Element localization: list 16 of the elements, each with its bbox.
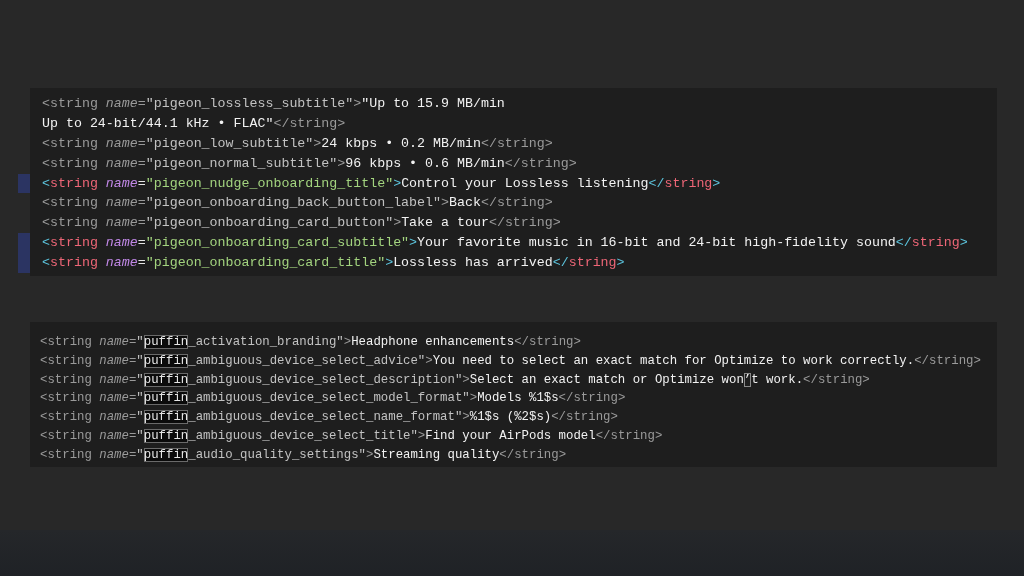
code-line: <string name="puffin_ambiguous_device_select_name_format">%1$s (%2$s)</string> — [40, 409, 618, 427]
code-line: <string name="pigeon_onboarding_card_button">Take a tour</string> — [42, 214, 561, 233]
code-line: <string name="pigeon_lossless_subtitle">"Up to 15.9 MB/min — [42, 95, 505, 113]
code-line: <string name="pigeon_onboarding_back_button_label">Back</string> — [42, 194, 553, 213]
code-line: <string name="puffin_audio_quality_settings">Streaming quality</string> — [40, 446, 567, 464]
code-line: <string name="puffin_activation_branding">Headphone enhancements</string> — [40, 334, 581, 352]
code-line: <string name="pigeon_low_subtitle">24 kbps • 0.2 MB/min</string> — [42, 134, 553, 153]
code-line: <string name="pigeon_nudge_onboarding_title">Control your Lossless listening</string> — [42, 174, 721, 193]
code-line: Up to 24-bit/44.1 kHz • FLAC"</string> — [42, 114, 346, 133]
code-line: <string name="puffin_ambiguous_device_select_model_format">Models %1$s</string> — [40, 390, 626, 408]
code-line: <string name="puffin_ambiguous_device_select_title">Find your AirPods model</string> — [40, 428, 663, 445]
code-line: <string name="puffin_ambiguous_device_select_advice">You need to select an exact match for Optimize to work correctly.</string> — [40, 352, 981, 370]
code-line: <string name="puffin_ambiguous_device_select_description">Select an exact match or Optimize won’t work.</string> — [40, 371, 870, 389]
code-line: <string name="pigeon_onboarding_card_title">Lossless has arrived</string> — [42, 254, 625, 273]
code-line: <string name="pigeon_onboarding_card_subtitle">Your favorite music in 16-bit and 24-bit high-fidelity sound</string> — [42, 234, 968, 253]
code-line: <string name="pigeon_normal_subtitle">96 kbps • 0.6 MB/min</string> — [42, 154, 577, 173]
